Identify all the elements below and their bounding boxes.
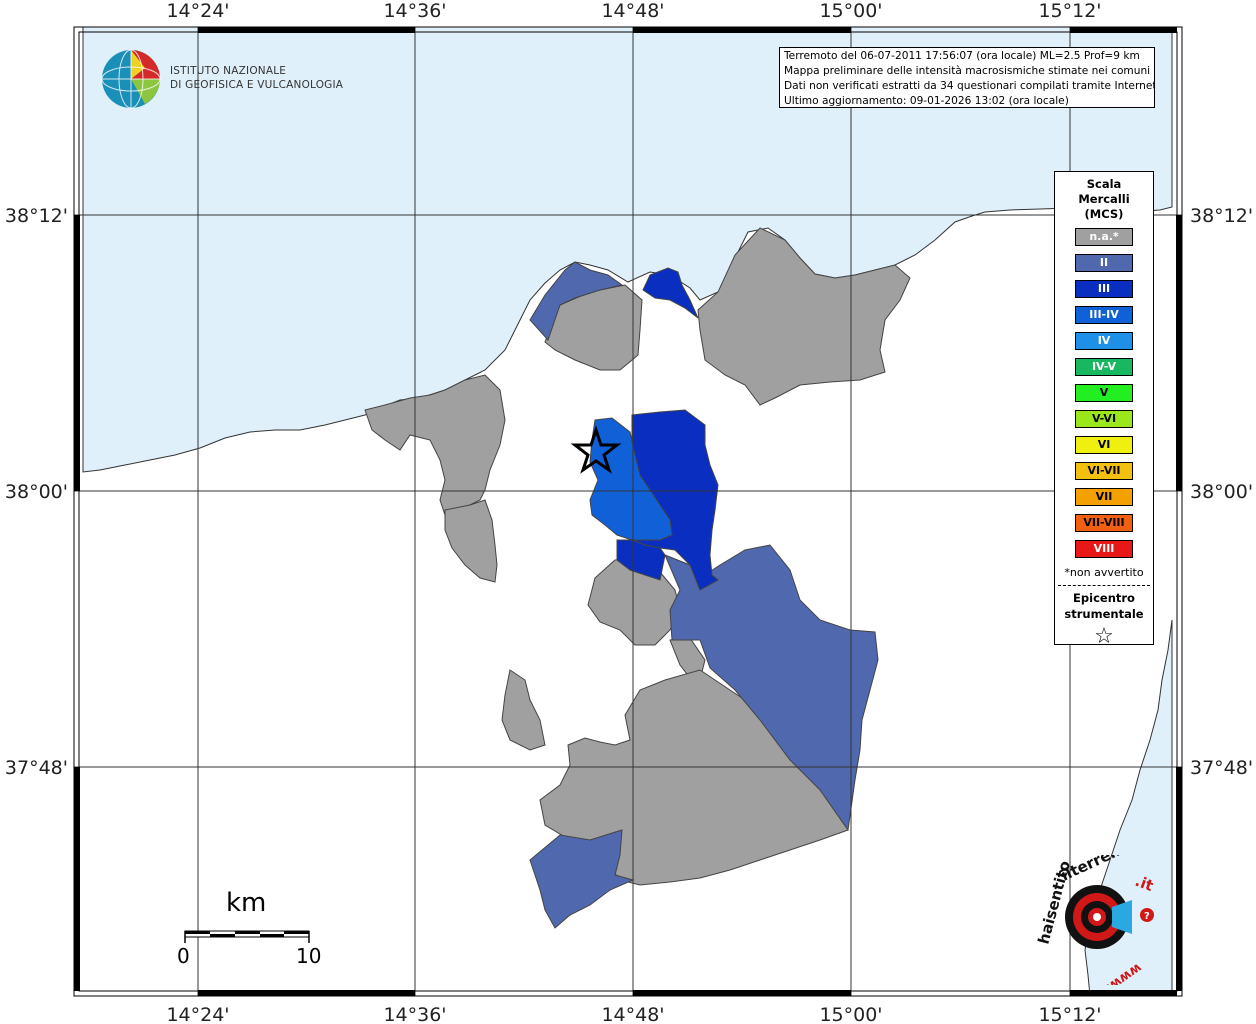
ingv-globe-icon	[101, 49, 161, 109]
legend-item: n.a.*	[1075, 228, 1133, 246]
lat-label-right-1: 38°12'	[1190, 205, 1253, 227]
legend-item: III	[1075, 280, 1133, 298]
lon-label-top-5: 15°12'	[1038, 0, 1101, 22]
legend-item: VII-VIII	[1075, 514, 1133, 532]
legend-separator	[1058, 585, 1150, 586]
scale-end: 10	[296, 944, 322, 968]
ingv-name: ISTITUTO NAZIONALE DI GEOFISICA E VULCAN…	[170, 64, 343, 92]
legend-items: n.a.* II III III-IV IV IV-V V V-VI VI VI-VII VII VI…	[1055, 228, 1153, 558]
legend-title: Scala Mercalli (MCS)	[1055, 177, 1153, 222]
legend-item: VII	[1075, 488, 1133, 506]
legend-title-line3: (MCS)	[1084, 207, 1124, 221]
legend-note: *non avvertito	[1064, 566, 1144, 579]
lon-label-top-1: 14°24'	[166, 0, 229, 22]
star-icon: ☆	[1094, 624, 1114, 649]
legend-epicenter-label: Epicentro strumentale	[1055, 590, 1153, 622]
lat-label-right-3: 37°48'	[1190, 757, 1253, 779]
event-info-line2: Mappa preliminare delle intensità macros…	[784, 65, 1151, 77]
event-info-box: Terremoto del 06-07-2011 17:56:07 (ora l…	[779, 47, 1155, 108]
event-info-line3: Dati non verificati estratti da 34 quest…	[784, 80, 1155, 92]
hst-text-4: www.	[1103, 960, 1144, 985]
legend-epicenter-line1: Epicentro	[1073, 591, 1135, 605]
hst-logo-icon: ? haisentito ilterremoto .it www.	[1034, 828, 1156, 995]
lon-label-bottom-1: 14°24'	[166, 1004, 229, 1024]
legend-item: II	[1075, 254, 1133, 272]
ingv-name-line2: DI GEOFISICA E VULCANOLOGIA	[170, 79, 344, 91]
lon-label-bottom-5: 15°12'	[1038, 1004, 1101, 1024]
legend-item: VIII	[1075, 540, 1133, 558]
event-info-line4: Ultimo aggiornamento: 09-01-2026 13:02 (…	[784, 95, 1069, 107]
hst-logo: ? haisentito ilterremoto .it www.	[1030, 828, 1180, 995]
legend-item: V	[1075, 384, 1133, 402]
legend-item: IV-V	[1075, 358, 1133, 376]
lon-label-bottom-2: 14°36'	[383, 1004, 446, 1024]
lat-label-right-2: 38°00'	[1190, 481, 1253, 503]
legend-item: VI-VII	[1075, 462, 1133, 480]
legend-epicenter-line2: strumentale	[1064, 607, 1144, 621]
lon-label-bottom-3: 14°48'	[601, 1004, 664, 1024]
lon-label-top-2: 14°36'	[383, 0, 446, 22]
event-info-line1: Terremoto del 06-07-2011 17:56:07 (ora l…	[784, 50, 1140, 62]
legend-title-line1: Scala	[1086, 177, 1122, 191]
svg-text:www.: www.	[1103, 960, 1144, 985]
svg-text:?: ?	[1144, 911, 1150, 922]
lat-label-left-2: 38°00'	[5, 481, 68, 503]
lat-label-left-1: 38°12'	[5, 205, 68, 227]
lon-label-top-3: 14°48'	[601, 0, 664, 22]
lon-label-top-4: 15°00'	[819, 0, 882, 22]
legend-item: IV	[1075, 332, 1133, 350]
legend-title-line2: Mercalli	[1078, 192, 1130, 206]
svg-text:.it: .it	[1133, 872, 1156, 895]
mcs-legend: Scala Mercalli (MCS) n.a.* II III III-IV IV I…	[1054, 171, 1154, 649]
legend-item: III-IV	[1075, 306, 1133, 324]
legend-item: VI	[1075, 436, 1133, 454]
lon-label-bottom-4: 15°00'	[819, 1004, 882, 1024]
ingv-name-line1: ISTITUTO NAZIONALE	[170, 65, 287, 77]
hst-text-3: .it	[1133, 872, 1156, 895]
scale-start: 0	[177, 944, 190, 968]
legend-item: V-VI	[1075, 410, 1133, 428]
scale-unit: km	[226, 888, 267, 918]
lat-label-left-3: 37°48'	[5, 757, 68, 779]
